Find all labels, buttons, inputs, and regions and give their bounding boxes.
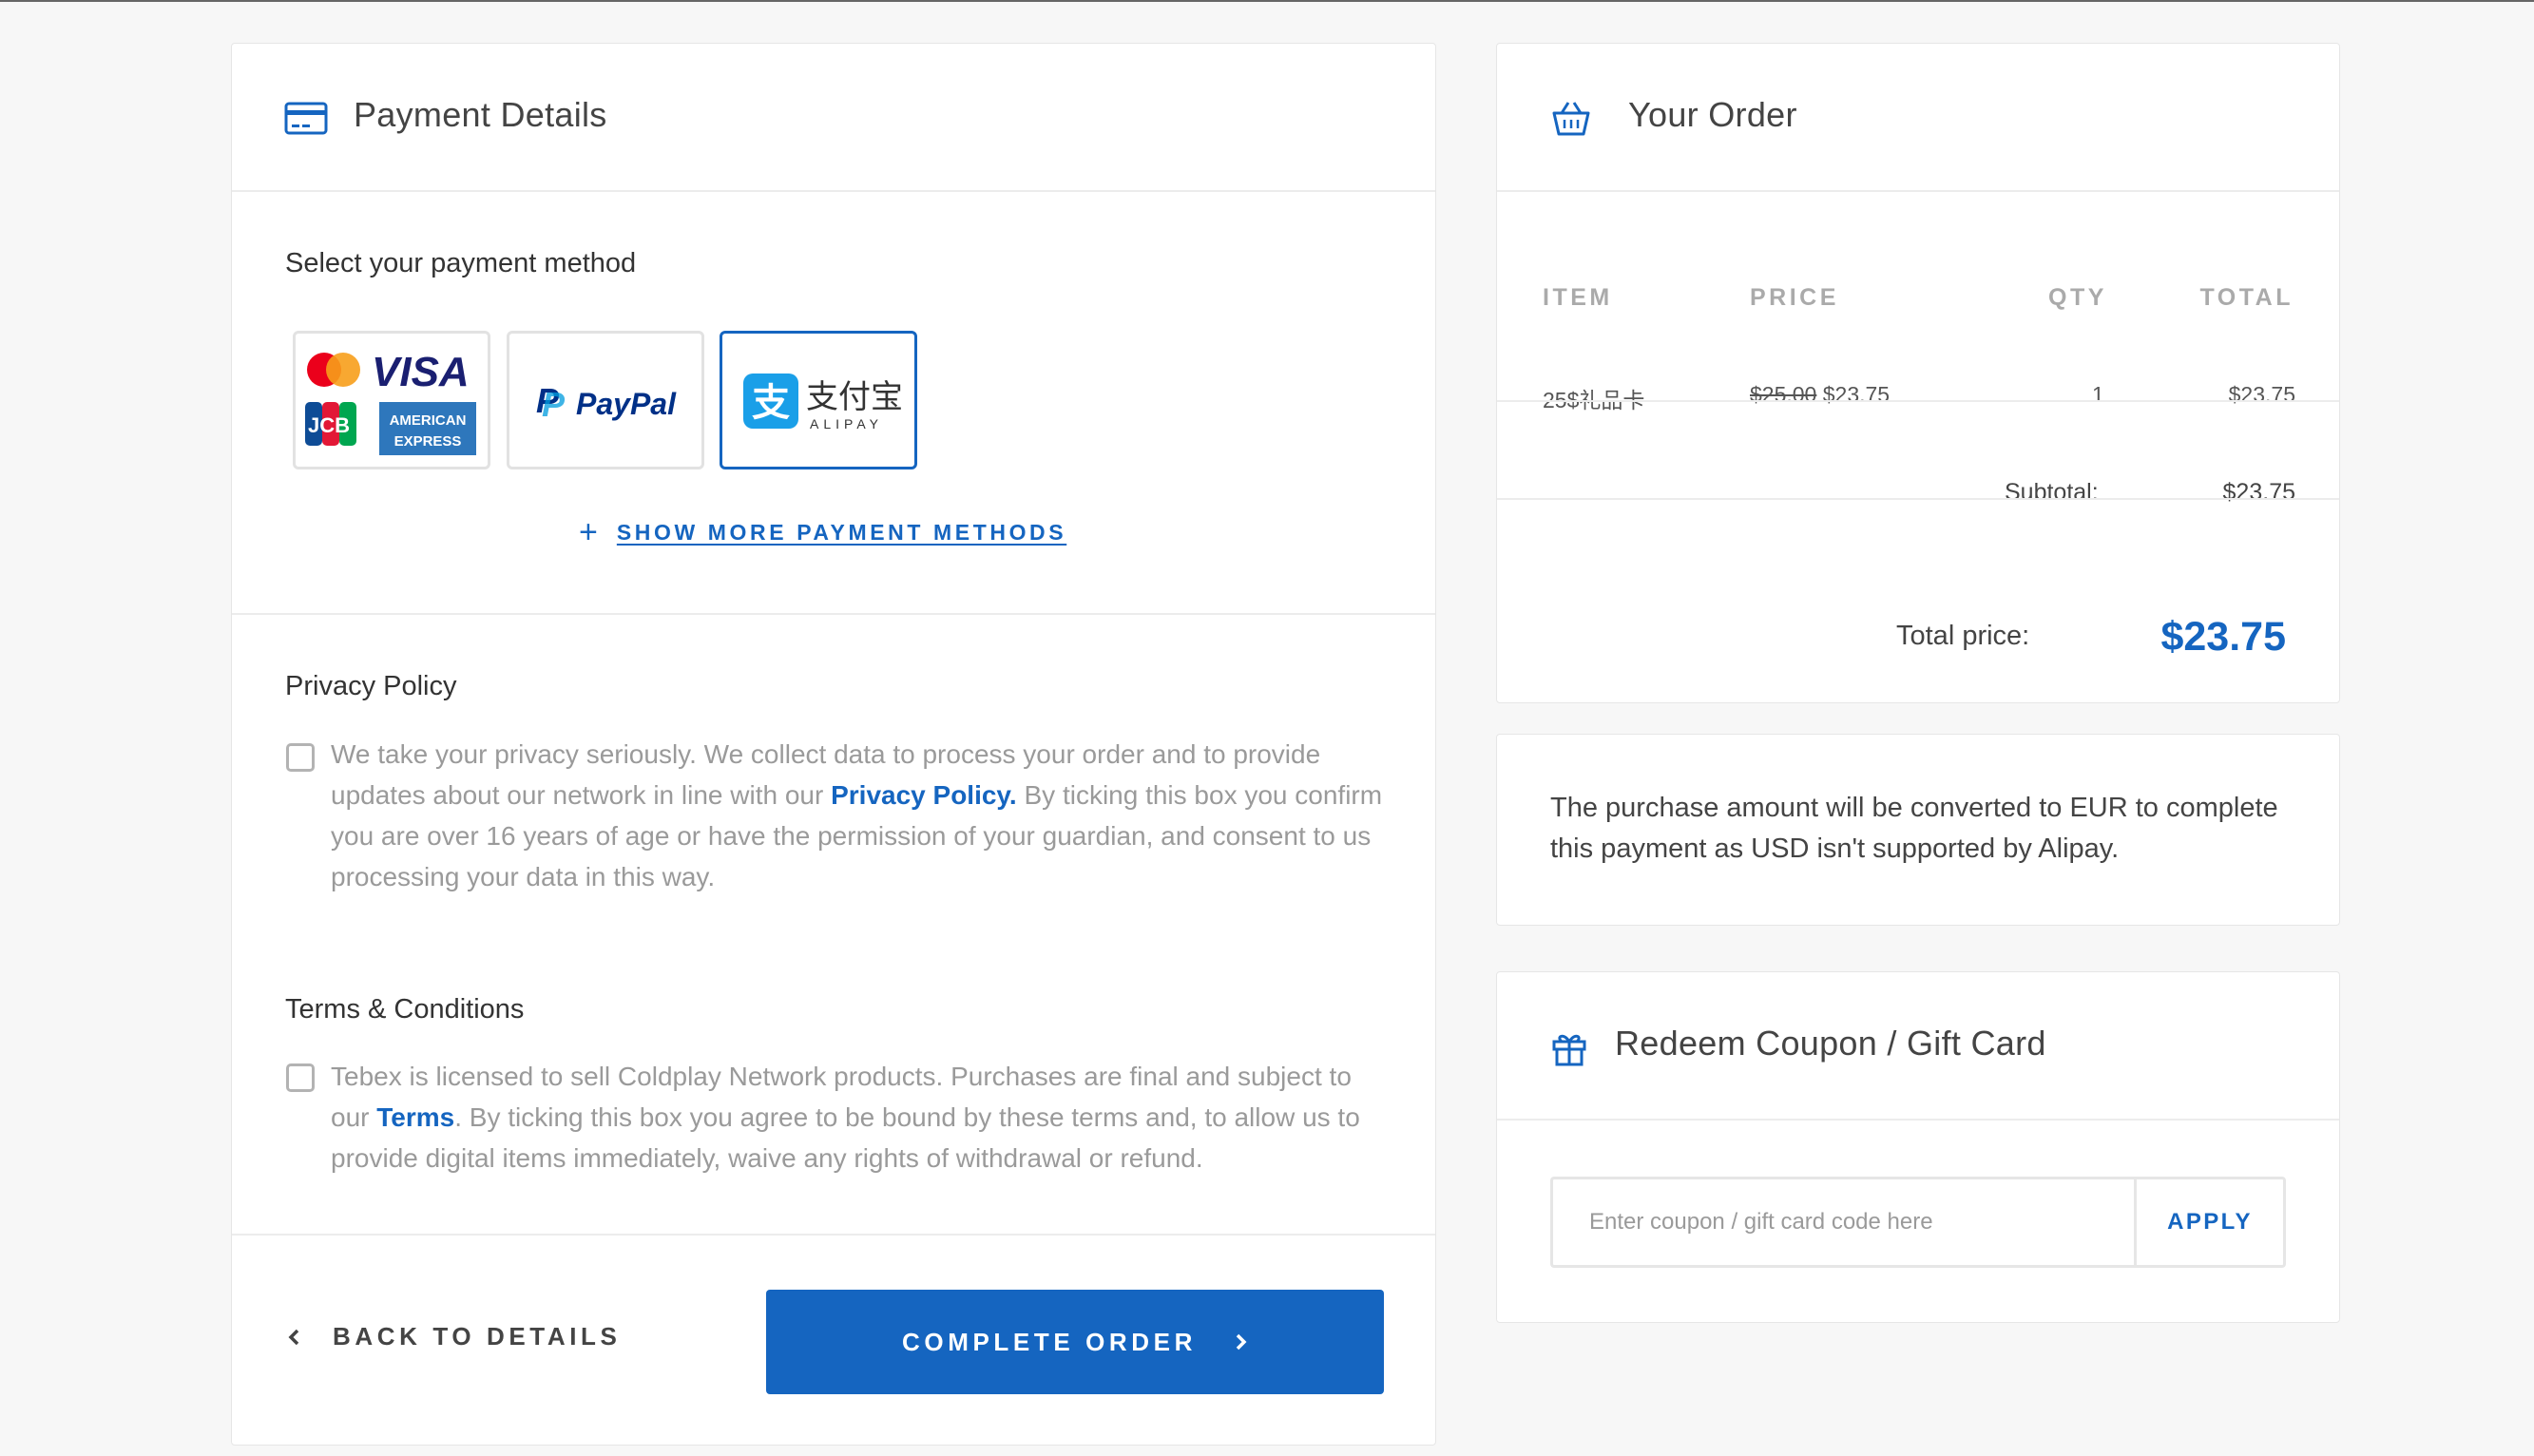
item-name: 25$礼品卡 <box>1543 388 1645 412</box>
chevron-right-icon <box>1236 1333 1247 1351</box>
subtotal-label: Subtotal: <box>2005 479 2099 506</box>
credit-card-icon <box>284 102 328 135</box>
privacy-policy-heading: Privacy Policy <box>285 671 457 701</box>
column-header-price: PRICE <box>1750 284 1839 311</box>
svg-text:ALIPAY: ALIPAY <box>810 416 883 431</box>
show-more-payment-methods-link[interactable]: + SHOW MORE PAYMENT METHODS <box>579 513 1066 551</box>
order-title: Your Order <box>1628 95 1797 134</box>
apply-label: APPLY <box>2167 1209 2253 1235</box>
order-summary-card: Your Order ITEM PRICE QTY TOTAL 25$礼品卡 $… <box>1496 43 2340 703</box>
coupon-header: Redeem Coupon / Gift Card <box>1497 972 2339 1121</box>
chevron-left-icon <box>288 1329 299 1345</box>
gift-icon <box>1552 1034 1586 1066</box>
svg-text:支: 支 <box>752 381 790 425</box>
subtotal-value: $23.75 <box>2222 479 2295 506</box>
privacy-consent-text: We take your privacy seriously. We colle… <box>331 739 1383 891</box>
total-price-label: Total price: <box>1896 621 2030 651</box>
divider <box>1497 400 2339 402</box>
apply-coupon-button[interactable]: APPLY <box>2134 1177 2286 1268</box>
privacy-policy-link[interactable]: Privacy Policy. <box>831 780 1017 810</box>
terms-consent-text: Tebex is licensed to sell Coldplay Netwo… <box>331 1062 1360 1173</box>
select-payment-label: Select your payment method <box>285 248 637 278</box>
svg-text:P: P <box>542 385 566 424</box>
terms-link[interactable]: Terms <box>376 1102 454 1132</box>
payment-details-title: Payment Details <box>354 95 607 134</box>
item-discounted-price: $23.75 <box>1822 382 1891 407</box>
alipay-logo: 支 支付宝 ALIPAY <box>743 374 903 431</box>
column-header-item: ITEM <box>1543 284 1613 311</box>
complete-order-button[interactable]: COMPLETE ORDER <box>766 1290 1384 1394</box>
coupon-title: Redeem Coupon / Gift Card <box>1615 1024 2046 1063</box>
divider <box>232 1234 1435 1236</box>
item-price: $25.00 $23.75 <box>1750 382 1890 408</box>
paypal-logo: P P PayPal <box>536 381 677 424</box>
currency-notice-card: The purchase amount will be converted to… <box>1496 734 2340 926</box>
payment-details-header: Payment Details <box>232 44 1435 192</box>
coupon-card: Redeem Coupon / Gift Card APPLY <box>1496 971 2340 1323</box>
payment-method-paypal[interactable]: P P PayPal <box>507 331 704 469</box>
payment-details-card: Payment Details Select your payment meth… <box>231 43 1436 1446</box>
item-original-price: $25.00 <box>1750 382 1817 407</box>
back-to-details-button[interactable]: BACK TO DETAILS <box>287 1322 621 1351</box>
privacy-consent-checkbox[interactable] <box>286 743 315 772</box>
basket-icon <box>1552 102 1590 136</box>
payment-method-cards[interactable]: VISA JCB AMERICAN EXPRESS <box>293 331 490 469</box>
divider <box>1497 498 2339 500</box>
total-price-value: $23.75 <box>2160 614 2286 660</box>
column-header-total: TOTAL <box>2199 284 2294 311</box>
svg-text:EXPRESS: EXPRESS <box>394 433 462 450</box>
complete-order-label: COMPLETE ORDER <box>902 1327 1197 1356</box>
currency-notice-text: The purchase amount will be converted to… <box>1550 793 2278 864</box>
terms-consent-checkbox[interactable] <box>286 1063 315 1092</box>
svg-text:JCB: JCB <box>308 413 350 437</box>
divider <box>232 613 1435 615</box>
back-to-details-label: BACK TO DETAILS <box>333 1322 622 1351</box>
terms-heading: Terms & Conditions <box>285 994 525 1025</box>
column-header-qty: QTY <box>2048 284 2107 311</box>
item-total: $23.75 <box>2228 382 2295 407</box>
plus-icon: + <box>579 514 598 550</box>
payment-method-alipay[interactable]: 支 支付宝 ALIPAY <box>720 331 917 469</box>
amex-text: AMERICAN <box>390 412 467 429</box>
card-brands-logo: VISA JCB AMERICAN EXPRESS <box>305 349 476 455</box>
window-top-border <box>0 0 2534 2</box>
item-qty: 1 <box>2092 382 2104 407</box>
svg-text:支付宝: 支付宝 <box>806 378 903 416</box>
show-more-label: SHOW MORE PAYMENT METHODS <box>616 519 1067 545</box>
svg-text:VISA: VISA <box>372 349 470 395</box>
coupon-code-input[interactable] <box>1550 1177 2134 1268</box>
order-header: Your Order <box>1497 44 2339 192</box>
svg-text:PayPal: PayPal <box>576 387 677 421</box>
